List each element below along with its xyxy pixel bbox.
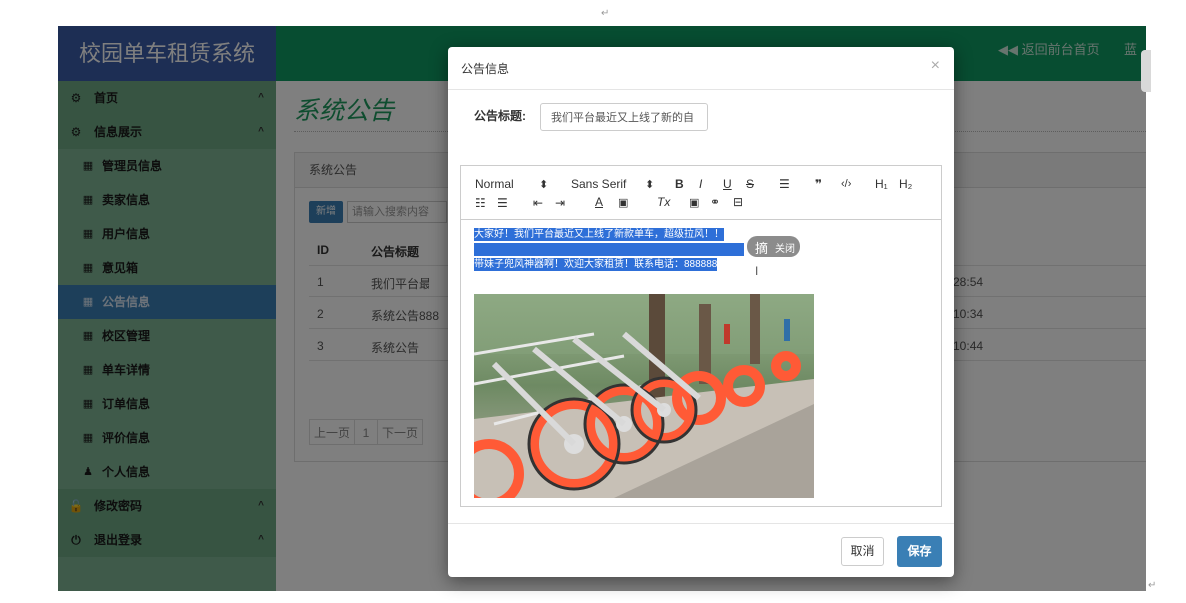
outdent-icon[interactable]: ⇤ [533,196,543,210]
header-select[interactable]: Normal [475,177,514,191]
modal-header-divider [448,89,954,90]
save-button[interactable]: 保存 [897,536,942,567]
image-icon[interactable]: ▣ [689,196,699,209]
blockquote-button[interactable]: ❞ [815,177,822,191]
clear-format-icon[interactable]: Tx [657,195,670,209]
content-line-2[interactable]: 带妹子兜风神器啊！欢迎大家租赁！联系电话：888888 [474,258,718,271]
editor-content[interactable]: 大家好！我们平台最近又上线了新款单车，超级拉风！！ 带妹子兜风神器啊！欢迎大家租… [461,220,941,506]
rich-text-editor: Normal ⬍ Sans Serif ⬍ B I U S ☰ ❞ ‹/› H₁… [460,165,942,507]
video-icon[interactable]: ⊟ [733,195,743,209]
notice-title-input[interactable] [540,103,708,131]
cancel-button[interactable]: 取消 [841,537,884,566]
h1-button[interactable]: H₁ [875,177,888,191]
ime-close-button[interactable]: 关闭 [775,240,795,255]
font-select-arrows-icon[interactable]: ⬍ [645,178,654,191]
shared-bikes-image [474,294,814,498]
background-color-icon[interactable]: ▣ [618,196,628,209]
notice-modal: 公告信息 × 公告标题: Normal ⬍ Sans Serif ⬍ B I U… [448,47,954,577]
bullet-list-icon[interactable]: ☰ [497,196,508,210]
content-empty-line-selection [474,243,744,256]
ime-candidate[interactable]: 摘 [755,238,768,257]
underline-button[interactable]: U [723,177,732,191]
font-color-icon[interactable]: A [595,195,603,209]
bold-button[interactable]: B [675,177,684,191]
strike-button[interactable]: S [746,177,754,191]
modal-footer-divider [448,523,954,524]
ime-candidate-bubble[interactable]: 摘 关闭 [747,236,800,257]
header-select-arrows-icon[interactable]: ⬍ [539,178,548,191]
modal-title: 公告信息 [461,62,510,76]
align-button[interactable]: ☰ [779,177,790,191]
ordered-list-icon[interactable]: ☷ [475,196,486,210]
link-icon[interactable]: ⚭ [710,195,720,209]
content-line-1[interactable]: 大家好！我们平台最近又上线了新款单车，超级拉风！！ [474,228,724,241]
italic-button[interactable]: I [699,177,702,191]
code-button[interactable]: ‹/› [841,178,851,190]
close-icon[interactable]: × [931,57,940,75]
text-cursor-icon: I [755,264,759,278]
side-badge [1141,50,1151,92]
indent-icon[interactable]: ⇥ [555,196,565,210]
paragraph-mark-icon: ↵ [1148,580,1157,591]
paragraph-mark-icon: ↵ [601,8,610,19]
font-select[interactable]: Sans Serif [571,177,626,191]
notice-title-label: 公告标题: [474,109,526,123]
h2-button[interactable]: H₂ [899,177,912,191]
editor-toolbar: Normal ⬍ Sans Serif ⬍ B I U S ☰ ❞ ‹/› H₁… [461,166,941,220]
